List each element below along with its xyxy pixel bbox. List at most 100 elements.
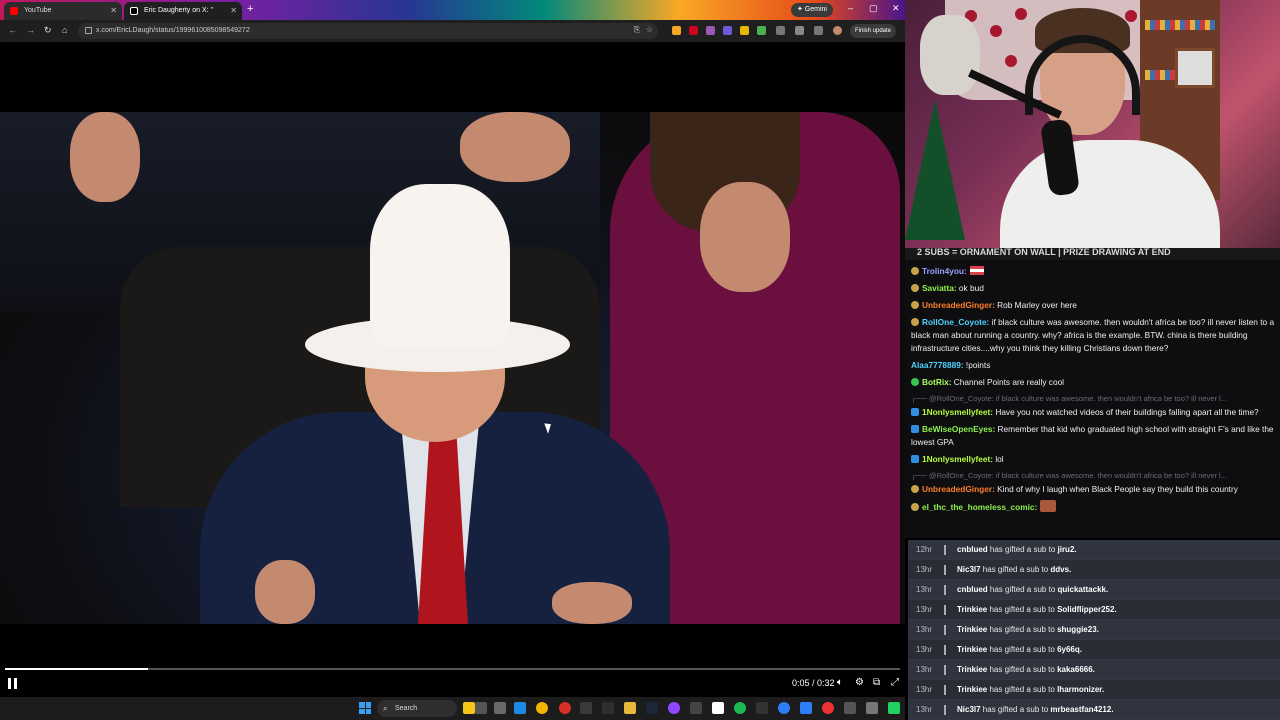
new-tab-icon[interactable]: + xyxy=(247,3,253,15)
gifter-name: Trinkiee xyxy=(957,625,988,634)
chat-username[interactable]: 1Nonlysmellyfeet: xyxy=(922,454,993,464)
taskbar-app-icon[interactable] xyxy=(822,702,834,714)
chat-message: UnbreadedGinger: Rob Marley over here xyxy=(911,299,1276,312)
windows-start-icon[interactable] xyxy=(359,702,371,714)
chat-badge-icon xyxy=(911,318,919,326)
taskbar-app-icon[interactable] xyxy=(690,702,702,714)
maximize-icon[interactable]: ▢ xyxy=(869,3,878,14)
activity-row: 13hr Trinkiee has gifted a sub to Solidfl… xyxy=(908,600,1280,620)
settings-gear-icon[interactable]: ⚙ xyxy=(855,677,864,688)
minimize-icon[interactable]: – xyxy=(848,3,853,13)
activity-text: cnblued has gifted a sub to quickattackk… xyxy=(957,580,1108,600)
video-frame[interactable] xyxy=(0,112,905,624)
forward-icon[interactable]: → xyxy=(26,25,35,35)
activity-text: Trinkiee has gifted a sub to 6y66q. xyxy=(957,640,1082,660)
chat-username[interactable]: Alaa7778889: xyxy=(911,360,964,370)
close-window-icon[interactable]: ✕ xyxy=(892,3,900,14)
install-icon[interactable]: ⎘ xyxy=(634,25,640,35)
extensions-puzzle-icon[interactable] xyxy=(776,26,785,35)
extension-icon[interactable] xyxy=(689,26,698,35)
extension-icon[interactable] xyxy=(723,26,732,35)
pause-icon[interactable] xyxy=(8,678,17,689)
reload-icon[interactable]: ↻ xyxy=(44,25,52,36)
screen: YouTube ✕ Eric Daugherty on X: " ✕ + ✦ G… xyxy=(0,0,1280,720)
activity-text: Nic3l7 has gifted a sub to ddvs. xyxy=(957,560,1071,580)
home-icon[interactable]: ⌂ xyxy=(62,25,67,35)
taskbar-app-icon[interactable] xyxy=(888,702,900,714)
chat-username[interactable]: el_thc_the_homeless_comic: xyxy=(922,502,1037,512)
taskbar-app-icon[interactable] xyxy=(800,702,812,714)
chat-username[interactable]: Saviatta: xyxy=(922,283,957,293)
video-time: 0:05 / 0:32 xyxy=(792,678,835,688)
search-icon: ⌕ xyxy=(383,704,388,713)
video-progress-bar[interactable] xyxy=(5,668,900,670)
close-icon[interactable]: ✕ xyxy=(230,2,237,20)
taskbar-app-icon[interactable] xyxy=(866,702,878,714)
taskbar-app-icon[interactable] xyxy=(844,702,856,714)
chat-username[interactable]: Trolin4you: xyxy=(922,266,967,276)
extension-icon[interactable] xyxy=(740,26,749,35)
bookmark-star-icon[interactable]: ☆ xyxy=(646,25,653,34)
activity-row: 12hr cnblued has gifted a sub to jiru2. xyxy=(908,540,1280,560)
chat-username[interactable]: BeWiseOpenEyes: xyxy=(922,424,995,434)
taskbar-search[interactable]: ⌕ Search xyxy=(377,700,457,717)
taskbar-app-icon[interactable] xyxy=(756,702,768,714)
chat-username[interactable]: BotRix: xyxy=(922,377,952,387)
activity-text: cnblued has gifted a sub to jiru2. xyxy=(957,540,1077,560)
taskbar-app-icon[interactable] xyxy=(602,702,614,714)
chat-username[interactable]: RollOne_Coyote: xyxy=(922,317,989,327)
tab-x-post[interactable]: Eric Daugherty on X: " ✕ xyxy=(124,2,242,20)
chat-username[interactable]: 1Nonlysmellyfeet: xyxy=(922,407,993,417)
video-progress-fill xyxy=(5,668,149,670)
chat-message: 1Nonlysmellyfeet: Have you not watched v… xyxy=(911,406,1276,419)
steam-icon[interactable] xyxy=(646,702,658,714)
taskbar-app-icon[interactable] xyxy=(580,702,592,714)
emote-icon xyxy=(1040,500,1057,512)
activity-text: Trinkiee has gifted a sub to kaka6666. xyxy=(957,660,1095,680)
chrome-icon[interactable] xyxy=(536,702,548,714)
activity-time: 13hr xyxy=(916,665,933,674)
taskbar-app-icon[interactable] xyxy=(475,702,487,714)
site-info-icon[interactable] xyxy=(85,27,92,34)
chrome-canary-icon[interactable] xyxy=(559,702,571,714)
activity-text: Trinkiee has gifted a sub to lharmonizer… xyxy=(957,680,1104,700)
gifter-name: Nic3l7 xyxy=(957,565,981,574)
obs-icon[interactable] xyxy=(712,702,724,714)
chat-message: el_thc_the_homeless_comic: xyxy=(911,500,1276,514)
chat-message: Trolin4you: xyxy=(911,265,1276,278)
close-icon[interactable]: ✕ xyxy=(110,2,117,20)
kick-icon xyxy=(944,625,952,635)
chat-username[interactable]: UnbreadedGinger: xyxy=(922,300,995,310)
edge-icon[interactable] xyxy=(514,702,526,714)
gemini-button[interactable]: ✦ Gemini xyxy=(791,3,833,17)
download-icon[interactable] xyxy=(814,26,823,35)
file-explorer-icon[interactable] xyxy=(624,702,636,714)
back-icon[interactable]: ← xyxy=(8,25,17,35)
finish-update-button[interactable]: Finish update xyxy=(850,24,897,38)
activity-verb: has gifted a sub to xyxy=(987,645,1058,654)
extension-icon[interactable] xyxy=(672,26,681,35)
video-player[interactable] xyxy=(0,42,905,697)
taskbar-app-icon[interactable] xyxy=(463,702,475,714)
spotify-icon[interactable] xyxy=(734,702,746,714)
tab-youtube[interactable]: YouTube ✕ xyxy=(4,2,122,20)
activity-text: Nic3l7 has gifted a sub to mrbeastfan421… xyxy=(957,700,1114,720)
taskbar-app-icon[interactable] xyxy=(778,702,790,714)
profile-avatar[interactable] xyxy=(833,26,842,35)
fullscreen-icon[interactable]: ⤢ xyxy=(891,677,899,688)
activity-row: 13hr Trinkiee has gifted a sub to shuggie… xyxy=(908,620,1280,640)
extension-icon[interactable] xyxy=(706,26,715,35)
volume-icon[interactable]: 🔈︎ xyxy=(837,677,843,688)
activity-row: 13hr Nic3l7 has gifted a sub to mrbeastfa… xyxy=(908,700,1280,720)
task-view-icon[interactable] xyxy=(494,702,506,714)
taskbar-app-icon[interactable] xyxy=(668,702,680,714)
chat-username[interactable]: UnbreadedGinger: xyxy=(922,484,995,494)
picture-frame xyxy=(1175,48,1215,88)
extension-icon[interactable] xyxy=(757,26,766,35)
omnibox[interactable]: x.com/EricLDaugh/status/1999610085098549… xyxy=(78,23,658,39)
sidebar-icon[interactable] xyxy=(795,26,804,35)
activity-time: 13hr xyxy=(916,645,933,654)
picture-in-picture-icon[interactable]: ⧉ xyxy=(873,677,880,688)
cowboy-hat-crown xyxy=(370,184,510,349)
chat-banner: 2 SUBS = ORNAMENT ON WALL | PRIZE DRAWIN… xyxy=(905,248,1280,260)
